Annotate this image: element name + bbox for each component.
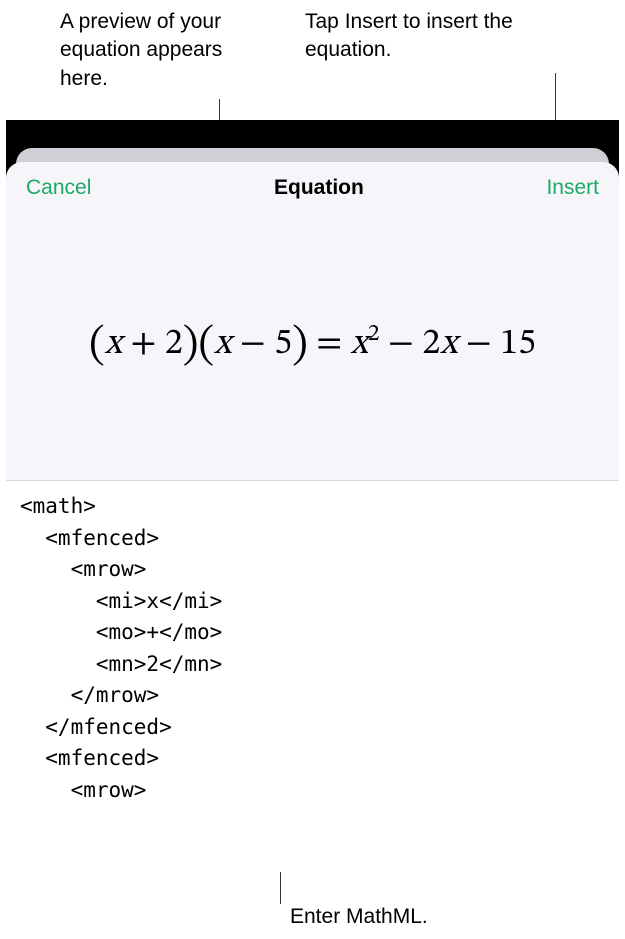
exponent: 2	[368, 322, 380, 346]
operator: +	[130, 326, 156, 362]
equation-preview-pane: (x + 2)(x − 5) = x2 − 2x − 15	[6, 210, 619, 480]
callout-input: Enter MathML.	[290, 903, 490, 931]
equation-dialog: Cancel Equation Insert (x + 2)(x − 5) = …	[6, 162, 619, 872]
number: 5	[274, 326, 292, 362]
code-line: <mfenced>	[20, 526, 159, 550]
dialog-title: Equation	[274, 176, 364, 200]
operator: −	[240, 326, 266, 362]
callout-preview: A preview of your equation appears here.	[60, 8, 240, 93]
number: 2	[422, 326, 440, 362]
code-line: <mo>+</mo>	[20, 620, 222, 644]
dialog-navbar: Cancel Equation Insert	[6, 162, 619, 210]
variable: x	[214, 326, 231, 362]
mathml-input[interactable]: <math> <mfenced> <mrow> <mi>x</mi> <mo>+…	[6, 480, 619, 872]
right-paren: )	[292, 324, 308, 368]
insert-button[interactable]: Insert	[546, 176, 599, 200]
left-paren: (	[198, 324, 214, 368]
code-line: </mrow>	[20, 683, 159, 707]
screen-area: Cancel Equation Insert (x + 2)(x − 5) = …	[6, 120, 619, 872]
number: 15	[500, 326, 536, 362]
equation-preview: (x + 2)(x − 5) = x2 − 2x − 15	[89, 319, 536, 374]
code-line: <mn>2</mn>	[20, 652, 222, 676]
code-line: </mfenced>	[20, 715, 172, 739]
code-line: <math>	[20, 494, 96, 518]
callout-insert: Tap Insert to insert the equation.	[305, 8, 575, 65]
variable: x	[105, 326, 122, 362]
left-paren: (	[89, 324, 105, 368]
code-line: <mi>x</mi>	[20, 589, 222, 613]
operator: −	[466, 326, 492, 362]
cancel-button[interactable]: Cancel	[26, 176, 91, 200]
variable: x	[440, 326, 457, 362]
code-line: <mrow>	[20, 778, 146, 802]
number: 2	[165, 326, 183, 362]
operator: −	[388, 326, 414, 362]
variable: x	[351, 326, 368, 362]
equals: =	[316, 326, 342, 362]
right-paren: )	[183, 324, 199, 368]
code-line: <mrow>	[20, 557, 146, 581]
code-line: <mfenced>	[20, 746, 159, 770]
